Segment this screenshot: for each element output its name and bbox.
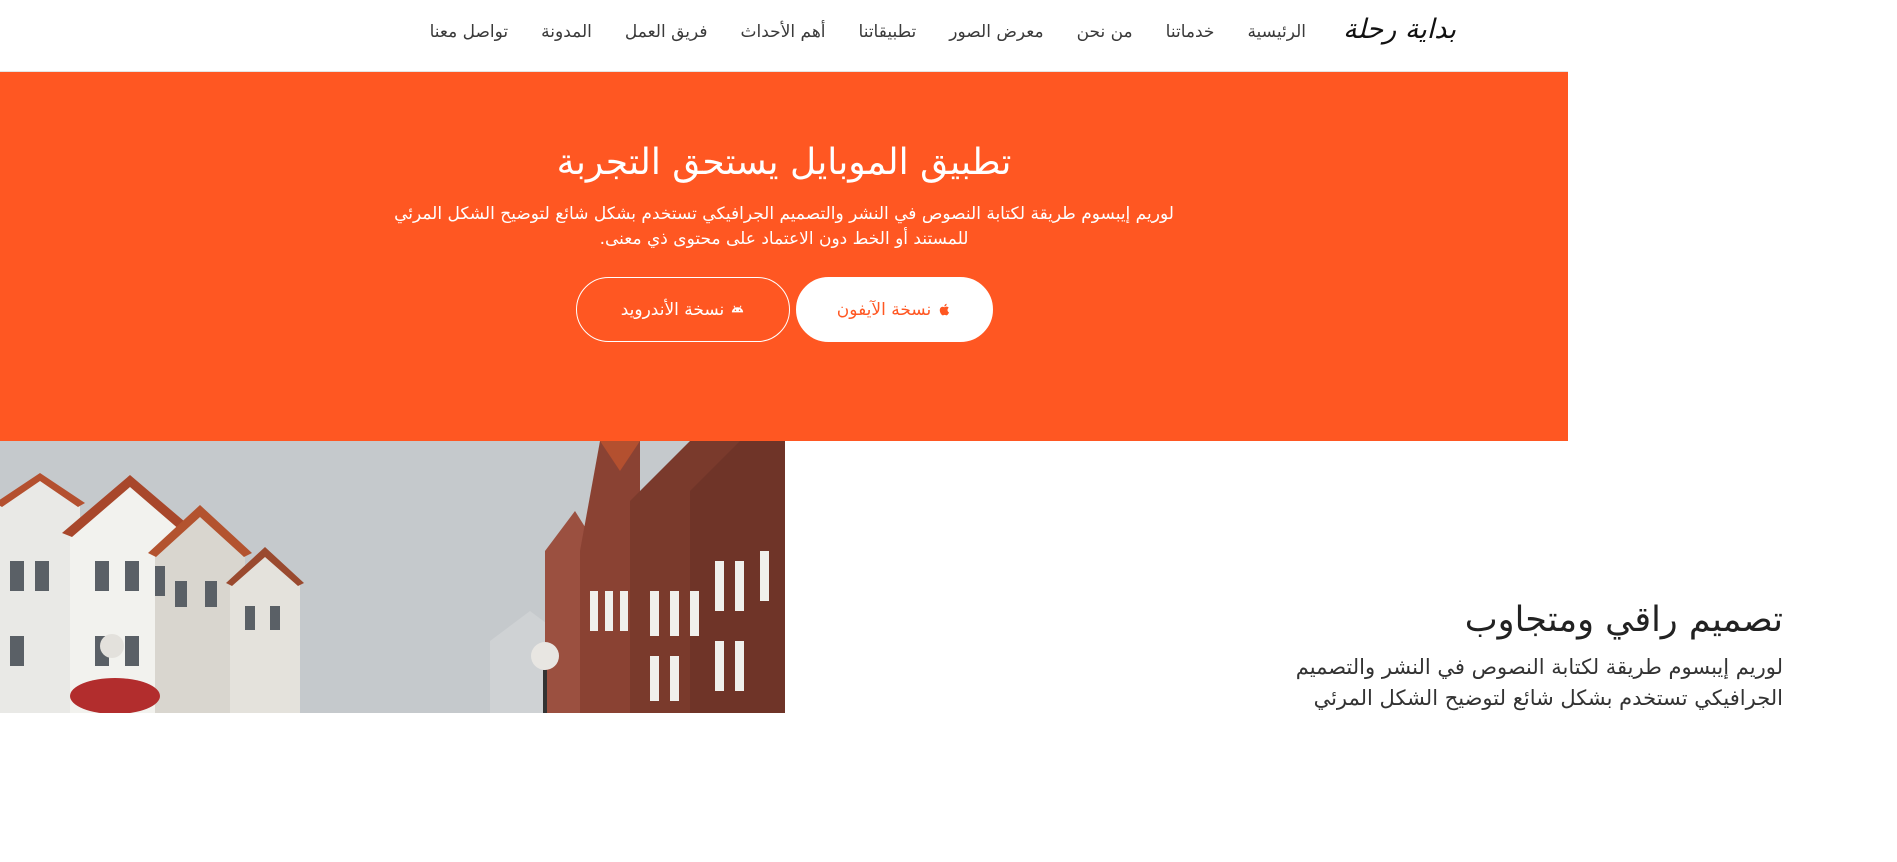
nav-item-services[interactable]: خدماتنا <box>1166 22 1215 42</box>
apple-icon <box>939 303 950 316</box>
android-version-button[interactable]: نسخة الأندرويد <box>576 277 790 342</box>
nav-menu: الرئيسية خدماتنا من نحن معرض الصور تطبيق… <box>430 22 1306 42</box>
hero-title: تطبيق الموبايل يستحق التجربة <box>556 142 1012 183</box>
nav-item-events[interactable]: أهم الأحداث <box>741 22 826 42</box>
navbar: بداية رحلة الرئيسية خدماتنا من نحن معرض … <box>0 0 1568 72</box>
nav-item-blog[interactable]: المدونة <box>541 22 592 42</box>
nav-item-team[interactable]: فريق العمل <box>625 22 708 42</box>
street-photo <box>0 441 785 713</box>
feature-heading: تصميم راقي ومتجاوب <box>1464 600 1783 640</box>
iphone-button-label: نسخة الآيفون <box>836 299 932 320</box>
iphone-version-button[interactable]: نسخة الآيفون <box>796 277 993 342</box>
nav-item-apps[interactable]: تطبيقاتنا <box>859 22 917 42</box>
android-icon <box>732 305 744 313</box>
nav-item-about[interactable]: من نحن <box>1077 22 1133 42</box>
nav-item-gallery[interactable]: معرض الصور <box>949 22 1043 42</box>
hero-section: تطبيق الموبايل يستحق التجربة لوريم إيبسو… <box>0 72 1568 441</box>
android-button-label: نسخة الأندرويد <box>620 299 725 320</box>
nav-item-contact[interactable]: تواصل معنا <box>430 22 509 42</box>
street-photo-illustration <box>0 441 785 713</box>
feature-description: لوريم إيبسوم طريقة لكتابة النصوص في النش… <box>1295 655 1783 710</box>
nav-item-home[interactable]: الرئيسية <box>1247 22 1306 42</box>
hero-description: لوريم إيبسوم طريقة لكتابة النصوص في النش… <box>394 204 1174 249</box>
brand-logo[interactable]: بداية رحلة <box>1343 14 1457 45</box>
